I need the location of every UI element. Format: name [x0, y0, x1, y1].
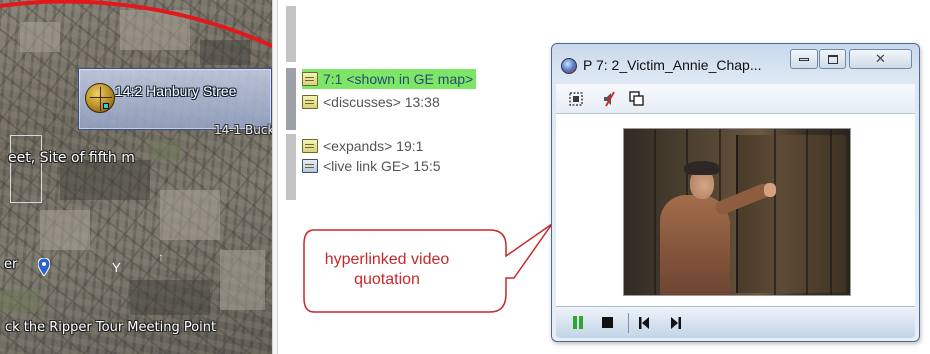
link-live-link-ge[interactable]: <live link GE> 15:5: [302, 157, 441, 175]
document-icon: [302, 139, 318, 153]
video-area: [556, 114, 915, 306]
callout-text: hyperlinked video quotation: [324, 251, 450, 288]
margin-bar[interactable]: [286, 6, 296, 62]
map-label-buck: 14-1 Buck: [214, 123, 272, 137]
google-earth-map[interactable]: 14:2 Hanbury Stree 14-1 Buck eet, Site o…: [0, 0, 272, 354]
placemark-popup[interactable]: 14:2 Hanbury Stree: [78, 68, 272, 130]
pause-icon[interactable]: [571, 316, 585, 330]
maximize-button[interactable]: [819, 49, 846, 69]
playback-controls: [556, 306, 915, 338]
document-icon: [302, 95, 318, 109]
fit-icon[interactable]: [567, 90, 585, 108]
placemark-pin-icon: [103, 103, 109, 109]
link-discusses[interactable]: <discusses> 13:38: [302, 93, 440, 111]
minimize-button[interactable]: [790, 49, 818, 69]
video-frame[interactable]: [623, 128, 851, 296]
placemark-label: 14:2 Hanbury Stree: [115, 83, 237, 99]
document-icon: [302, 72, 318, 86]
video-quotation-window[interactable]: P 7: 2_Victim_Annie_Chap... ✕: [551, 43, 920, 342]
tour-route-line: [0, 0, 272, 48]
link-label: <discusses> 13:38: [323, 94, 440, 110]
park-icon: ↑: [158, 250, 164, 264]
window-title: P 7: 2_Victim_Annie_Chap...: [583, 57, 762, 73]
app-globe-icon: [561, 58, 577, 74]
map-pin-icon[interactable]: [38, 258, 50, 276]
link-shown-in-ge-map[interactable]: 7:1 <shown in GE map>: [302, 69, 477, 89]
multi-document-icon: [302, 159, 318, 173]
maximize-icon: [827, 54, 838, 64]
map-label-site[interactable]: eet, Site of fifth m: [8, 150, 135, 166]
copy-icon[interactable]: [628, 90, 646, 108]
video-toolbar: [556, 84, 915, 114]
minimize-icon: [799, 57, 809, 61]
map-label-meeting-point[interactable]: ck the Ripper Tour Meeting Point: [5, 320, 216, 335]
previous-icon[interactable]: [637, 316, 651, 330]
globe-icon: [85, 83, 115, 113]
window-titlebar[interactable]: P 7: 2_Victim_Annie_Chap... ✕: [552, 44, 919, 80]
link-label: <expands> 19:1: [323, 138, 424, 154]
close-icon: ✕: [875, 51, 886, 66]
close-button[interactable]: ✕: [849, 49, 912, 69]
map-label-partial: er: [4, 257, 18, 272]
link-expands[interactable]: <expands> 19:1: [302, 137, 423, 155]
controls-divider: [628, 313, 629, 333]
area-outline: [10, 135, 42, 203]
mute-icon[interactable]: [601, 90, 619, 108]
walking-person-icon[interactable]: Y: [112, 260, 126, 276]
margin-bar[interactable]: [286, 134, 296, 200]
panel-splitter[interactable]: [272, 0, 278, 354]
link-label: 7:1 <shown in GE map>: [323, 71, 474, 87]
stop-icon[interactable]: [601, 316, 615, 330]
next-icon[interactable]: [669, 316, 683, 330]
margin-bar-active[interactable]: [286, 68, 296, 130]
link-label: <live link GE> 15:5: [323, 158, 441, 174]
